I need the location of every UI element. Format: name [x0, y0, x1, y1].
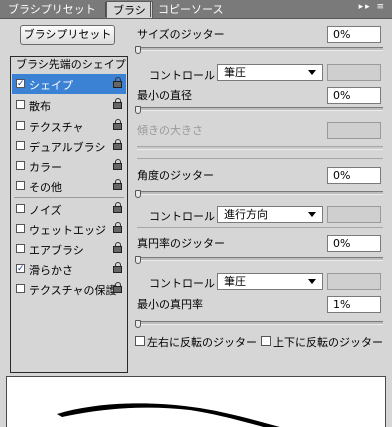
flip-y-label: 上下に反転のジッター — [273, 336, 383, 349]
flip-y-checkbox[interactable] — [261, 336, 271, 346]
roundness-jitter-label: 真円率のジッター — [137, 237, 225, 250]
list-item-dual-brush[interactable]: デュアルブラシ — [12, 136, 126, 156]
slider-thumb[interactable] — [135, 106, 141, 114]
tab-brush-presets[interactable]: ブラシプリセット — [2, 1, 102, 18]
min-roundness-label: 最小の真円率 — [137, 298, 203, 311]
lock-icon[interactable] — [113, 202, 123, 214]
scatter-checkbox[interactable] — [16, 100, 25, 109]
list-item-scatter[interactable]: 散布 — [12, 95, 126, 115]
chevron-down-icon — [308, 70, 316, 75]
lock-icon[interactable] — [113, 139, 123, 151]
angle-control-select[interactable]: 進行方向 — [217, 206, 323, 223]
control-label: コントロール： — [149, 277, 226, 290]
list-item-wet-edges[interactable]: ウェットエッジ — [12, 219, 126, 239]
list-item-airbrush[interactable]: エアブラシ — [12, 239, 126, 259]
list-item-texture[interactable]: テクスチャ — [12, 116, 126, 136]
list-item-color[interactable]: カラー — [12, 156, 126, 176]
texture-checkbox[interactable] — [16, 121, 25, 130]
wet-edges-checkbox[interactable] — [16, 224, 25, 233]
flip-x-checkbox[interactable] — [135, 336, 145, 346]
control-value-input — [327, 64, 381, 81]
lock-icon[interactable] — [113, 159, 123, 171]
lock-icon[interactable] — [113, 98, 123, 110]
tilt-scale-label: 傾きの大きさ — [137, 124, 203, 137]
airbrush-checkbox[interactable] — [16, 244, 25, 253]
dual-brush-checkbox[interactable] — [16, 141, 25, 150]
lock-icon[interactable] — [113, 242, 123, 254]
roundness-control-select[interactable]: 筆圧 — [217, 273, 323, 290]
chevron-down-icon — [308, 279, 316, 284]
min-diameter-slider[interactable] — [137, 107, 383, 111]
tab-clone-source[interactable]: コピーソース — [152, 1, 229, 18]
control-label: コントロール： — [149, 69, 226, 82]
min-diameter-label: 最小の直径 — [137, 89, 192, 102]
brush-presets-button[interactable]: ブラシプリセット — [20, 25, 115, 45]
stroke-preview-graphic — [57, 403, 280, 427]
lock-icon[interactable] — [113, 119, 123, 131]
slider-thumb[interactable] — [135, 46, 141, 54]
list-item-label: エアブラシ — [29, 244, 84, 257]
smoothing-checkbox[interactable]: ✓ — [16, 264, 25, 274]
tilt-scale-input — [327, 122, 381, 139]
list-item-smoothing[interactable]: ✓ 滑らかさ — [12, 259, 126, 279]
list-item-label: 滑らかさ — [29, 264, 73, 277]
protect-texture-checkbox[interactable] — [16, 284, 25, 293]
list-item-label: その他 — [29, 181, 62, 194]
roundness-jitter-slider[interactable] — [137, 257, 383, 261]
lock-icon[interactable] — [113, 282, 123, 294]
tab-separator — [150, 2, 151, 17]
list-item-protect-texture[interactable]: テクスチャの保護 — [12, 279, 126, 299]
lock-icon[interactable] — [113, 262, 123, 274]
lock-icon[interactable] — [113, 222, 123, 234]
list-item-label: 散布 — [29, 100, 51, 113]
noise-checkbox[interactable] — [16, 204, 25, 213]
select-value: 筆圧 — [224, 66, 246, 79]
size-jitter-slider[interactable] — [137, 47, 383, 51]
tilt-scale-slider — [137, 146, 383, 150]
brush-tip-shape-header[interactable]: ブラシ先端のシェイプ — [16, 56, 126, 72]
size-jitter-input[interactable]: 0% — [327, 26, 381, 43]
list-item-label: ウェットエッジ — [29, 224, 106, 237]
flip-x-label: 左右に反転のジッター — [147, 336, 257, 349]
angle-jitter-slider[interactable] — [137, 191, 383, 195]
list-item-label: テクスチャの保護 — [29, 284, 117, 297]
roundness-jitter-input[interactable]: 0% — [327, 235, 381, 252]
control-value-input — [327, 206, 381, 223]
list-item-label: シェイプ — [29, 79, 73, 92]
size-control-select[interactable]: 筆圧 — [217, 64, 323, 81]
min-roundness-input[interactable]: 1% — [327, 296, 381, 313]
list-item-shape[interactable]: ✓ シェイプ — [12, 74, 126, 94]
list-item-noise[interactable]: ノイズ — [12, 199, 126, 219]
slider-thumb[interactable] — [135, 256, 141, 264]
lock-icon[interactable] — [113, 77, 123, 89]
list-item-label: ノイズ — [29, 204, 62, 217]
min-roundness-slider[interactable] — [137, 321, 383, 325]
select-value: 進行方向 — [224, 208, 268, 221]
control-value-input — [327, 273, 381, 290]
panel-menu-icon[interactable]: ▸▸ ≡ — [359, 2, 386, 12]
angle-jitter-label: 角度のジッター — [137, 169, 214, 182]
list-item-label: デュアルブラシ — [29, 141, 106, 154]
chevron-down-icon — [308, 212, 316, 217]
section-divider — [137, 158, 383, 159]
brush-stroke-preview — [6, 376, 386, 427]
min-diameter-input[interactable]: 0% — [327, 87, 381, 104]
section-divider — [137, 227, 383, 228]
lock-icon[interactable] — [113, 179, 123, 191]
select-value: 筆圧 — [224, 275, 246, 288]
list-item-other[interactable]: その他 — [12, 176, 126, 196]
list-item-label: テクスチャ — [29, 121, 84, 134]
list-divider — [14, 197, 124, 198]
color-checkbox[interactable] — [16, 161, 25, 170]
slider-thumb[interactable] — [135, 320, 141, 328]
tab-brush[interactable]: ブラシ — [106, 1, 153, 18]
angle-jitter-input[interactable]: 0% — [327, 167, 381, 184]
control-label: コントロール： — [149, 210, 226, 223]
shape-checkbox[interactable]: ✓ — [16, 79, 25, 89]
slider-thumb[interactable] — [135, 190, 141, 198]
size-jitter-label: サイズのジッター — [137, 28, 225, 41]
list-item-label: カラー — [29, 161, 62, 174]
other-checkbox[interactable] — [16, 181, 25, 190]
